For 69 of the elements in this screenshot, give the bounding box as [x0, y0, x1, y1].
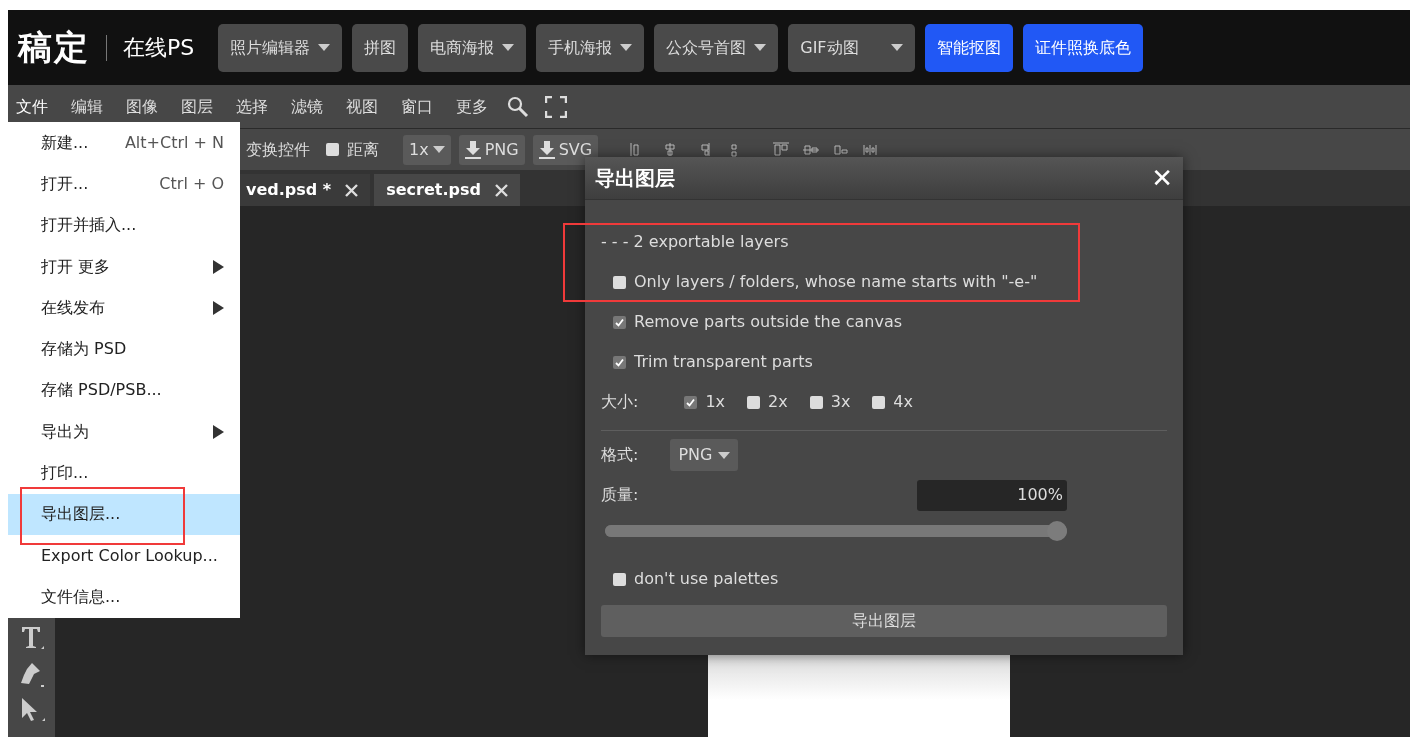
export-button[interactable]: PNG — [458, 134, 525, 165]
format-dropdown[interactable]: PNG — [670, 439, 739, 471]
info-text: - - - 2 exportable layers — [601, 231, 789, 253]
checkbox-label: don't use palettes — [634, 568, 779, 590]
quality-slider[interactable] — [605, 521, 1067, 541]
checkbox[interactable] — [613, 572, 626, 586]
nav-button[interactable]: GIF动图 — [788, 23, 915, 72]
menu-item[interactable]: 视图 — [342, 94, 393, 119]
nav-button[interactable]: 手机海报 — [536, 23, 645, 72]
option-label: 距离 — [347, 138, 379, 161]
shortcut-text: Alt+Ctrl + N — [124, 131, 224, 154]
checkbox[interactable] — [684, 395, 698, 409]
field-label: 格式: — [601, 444, 639, 466]
menu-item[interactable]: 文件 — [12, 94, 63, 119]
caret-icon — [502, 44, 515, 51]
field-label: 质量: — [601, 484, 639, 506]
scale-dropdown[interactable]: 1x — [403, 134, 451, 165]
field-label: 大小: — [601, 391, 639, 413]
product-name: 在线PS — [123, 34, 195, 62]
menu-item[interactable]: 图层 — [177, 94, 228, 119]
checkbox-label: 4x — [893, 391, 913, 413]
nav-button[interactable]: 拼图 — [352, 23, 409, 72]
checkbox-label: Only layers / folders, whose name starts with "-e-" — [634, 271, 1038, 293]
menu-item[interactable]: 编辑 — [67, 94, 118, 119]
menu-item[interactable]: 图像 — [122, 94, 173, 119]
shortcut-text: Ctrl + O — [159, 172, 224, 195]
checkbox-label: Remove parts outside the canvas — [634, 311, 902, 333]
checkbox[interactable] — [872, 395, 886, 409]
download-icon — [538, 140, 555, 159]
close-icon[interactable] — [345, 183, 359, 197]
dialog-title: 导出图层 — [595, 165, 675, 192]
nav-button[interactable]: 智能抠图 — [924, 23, 1013, 72]
caret-icon — [890, 44, 903, 51]
distribute-icon[interactable] — [802, 142, 821, 157]
search-icon[interactable] — [507, 95, 529, 118]
checkbox[interactable] — [613, 275, 626, 289]
close-icon[interactable] — [494, 183, 508, 197]
menu-item[interactable]: 滤镜 — [287, 94, 338, 119]
caret-icon — [754, 44, 767, 51]
caret-icon — [620, 44, 633, 51]
nav-button[interactable]: 证件照换底色 — [1022, 23, 1143, 72]
nav-button[interactable]: 电商海报 — [418, 23, 527, 72]
export-button[interactable]: SVG — [532, 134, 599, 165]
checkbox[interactable] — [809, 395, 823, 409]
option-label: 变换控件 — [246, 138, 310, 161]
checkbox[interactable] — [613, 355, 626, 369]
menu-item[interactable]: 导出图层... — [8, 493, 240, 535]
checkbox-label: 1x — [705, 391, 726, 413]
checkbox-label: 3x — [830, 391, 851, 413]
close-button[interactable]: ✕ — [1151, 165, 1173, 191]
distribute-icon[interactable] — [772, 142, 791, 157]
distribute-icon[interactable] — [832, 142, 851, 157]
export-button[interactable]: 导出图层 — [601, 605, 1167, 637]
checkbox-label: Trim transparent parts — [634, 351, 813, 373]
nav-button[interactable]: 照片编辑器 — [218, 23, 343, 72]
checkbox-label: 2x — [768, 391, 788, 413]
menu-item[interactable]: 窗口 — [397, 94, 448, 119]
menu-item[interactable]: 选择 — [232, 94, 283, 119]
checkbox[interactable] — [613, 315, 626, 329]
fullscreen-icon[interactable] — [545, 95, 567, 118]
quality-input[interactable]: 100% — [917, 479, 1067, 511]
document-tab[interactable]: secret.psd — [374, 174, 520, 206]
nav-button[interactable]: 公众号首图 — [654, 23, 779, 72]
download-icon — [464, 140, 481, 159]
checkbox[interactable] — [747, 395, 761, 409]
checkbox[interactable] — [326, 143, 339, 156]
menu-item[interactable]: 更多 — [452, 94, 503, 119]
caret-icon — [318, 44, 331, 51]
logo[interactable]: 稿定 — [18, 22, 90, 73]
